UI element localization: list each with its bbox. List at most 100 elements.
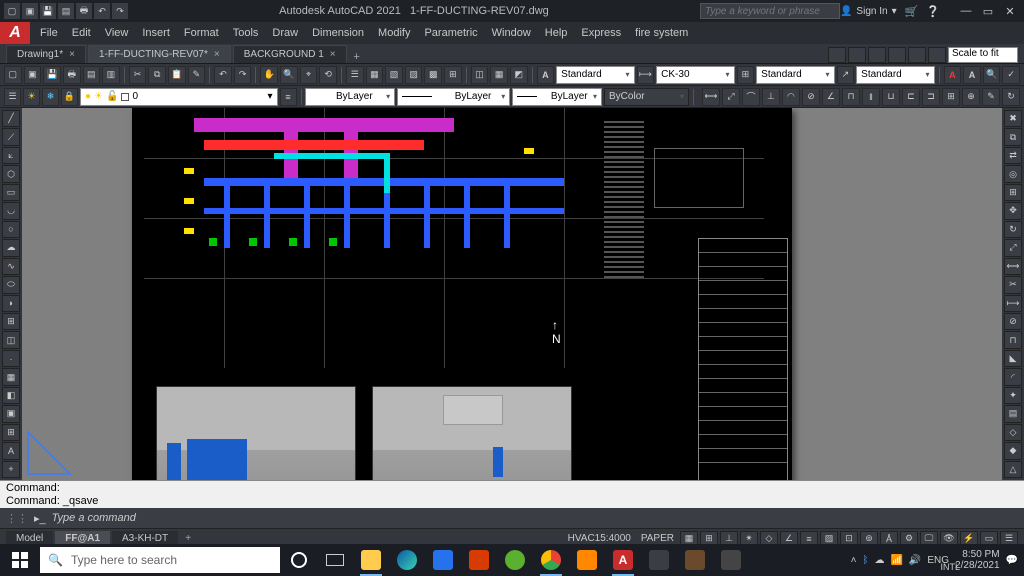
store-icon[interactable] <box>426 544 460 576</box>
menu-firesystem[interactable]: fire system <box>635 27 688 39</box>
file-tab-background[interactable]: BACKGROUND 1× <box>233 45 347 63</box>
qat-saveas-icon[interactable]: ▤ <box>58 3 74 19</box>
textA-icon[interactable]: A <box>944 66 962 84</box>
dim-arc-icon[interactable]: ⌒ <box>742 88 760 106</box>
open-icon[interactable]: ▣ <box>24 66 42 84</box>
menu-window[interactable]: Window <box>492 27 531 39</box>
block-icon[interactable]: ◫ <box>471 66 489 84</box>
lineweight-dropdown[interactable]: ByLayer▾ <box>512 88 602 106</box>
signin-button[interactable]: 👤 Sign In ▾ <box>840 6 897 17</box>
tray-wifi-icon[interactable]: 📶 <box>890 555 902 566</box>
mail-icon[interactable] <box>462 544 496 576</box>
constraint-icon[interactable] <box>828 47 846 63</box>
explorer-icon[interactable] <box>354 544 388 576</box>
chamfer-icon[interactable]: ◣ <box>1004 350 1022 367</box>
offset-icon[interactable]: ◎ <box>1004 165 1022 182</box>
copy-icon[interactable]: ⧉ <box>1004 128 1022 145</box>
designcenter-icon[interactable]: ▦ <box>366 66 384 84</box>
help-search-input[interactable] <box>700 3 840 19</box>
paste-icon[interactable]: 📋 <box>168 66 186 84</box>
trim-icon[interactable]: ✂ <box>1004 276 1022 293</box>
qat-open-icon[interactable]: ▣ <box>22 3 38 19</box>
ellipse-icon[interactable]: ⬭ <box>2 276 20 293</box>
find-icon[interactable]: 🔍 <box>983 66 1001 84</box>
zoomwin-icon[interactable]: ⌖ <box>300 66 318 84</box>
constraint-icon[interactable] <box>888 47 906 63</box>
preview-icon[interactable]: ▤ <box>83 66 101 84</box>
dim-icon[interactable]: ⟼ <box>637 66 655 84</box>
tray-clock[interactable]: 8:50 PM 2/28/2021 <box>955 549 1000 571</box>
app-icon[interactable] <box>498 544 532 576</box>
menu-edit[interactable]: Edit <box>72 27 91 39</box>
tablestyle-dropdown[interactable]: Standard▾ <box>756 66 834 84</box>
constraint-icon[interactable] <box>868 47 886 63</box>
color-dropdown[interactable]: ByLayer▾ <box>305 88 395 106</box>
gradient-icon[interactable]: ◧ <box>2 387 20 404</box>
markup-icon[interactable]: ▩ <box>424 66 442 84</box>
dim-aligned-icon[interactable]: ⤢ <box>722 88 740 106</box>
plot-icon[interactable]: 🖶 <box>63 66 81 84</box>
autocad-icon[interactable]: A <box>606 544 640 576</box>
layermake-icon[interactable]: ≡ <box>280 88 297 106</box>
menu-file[interactable]: File <box>40 27 58 39</box>
publish-icon[interactable]: ▥ <box>102 66 120 84</box>
close-icon[interactable]: × <box>69 49 75 60</box>
dim-break-icon[interactable]: ⊐ <box>922 88 940 106</box>
move-icon[interactable]: ✥ <box>1004 202 1022 219</box>
layer-lock-icon[interactable]: 🔒 <box>61 88 78 106</box>
dim-diameter-icon[interactable]: ⊘ <box>802 88 820 106</box>
space-toggle[interactable]: PAPER <box>637 533 678 544</box>
dim-continue-icon[interactable]: ⊔ <box>882 88 900 106</box>
addsel-icon[interactable]: + <box>2 461 20 478</box>
mlstyle-dropdown[interactable]: Standard▾ <box>856 66 934 84</box>
menu-help[interactable]: Help <box>545 27 568 39</box>
ellipsearc-icon[interactable]: ◗ <box>2 295 20 312</box>
app-logo[interactable]: A <box>0 22 30 44</box>
layer-props-icon[interactable]: ☰ <box>4 88 21 106</box>
qat-save-icon[interactable]: 💾 <box>40 3 56 19</box>
insert-icon[interactable]: ⊞ <box>2 313 20 330</box>
app2-icon[interactable] <box>642 544 676 576</box>
tray-cloud-icon[interactable]: ☁ <box>874 555 884 566</box>
tolerance-icon[interactable]: ⊞ <box>942 88 960 106</box>
table-icon[interactable]: ⊞ <box>737 66 755 84</box>
anno-scale[interactable]: HVAC15:4000 <box>564 533 635 544</box>
rect-icon[interactable]: ▭ <box>2 184 20 201</box>
dim-linear-icon[interactable]: ⟷ <box>702 88 720 106</box>
drawing-canvas[interactable]: ↑N <box>22 108 1002 480</box>
layer-on-icon[interactable]: ☀ <box>23 88 40 106</box>
vlc-icon[interactable] <box>570 544 604 576</box>
app4-icon[interactable] <box>714 544 748 576</box>
scale-icon[interactable]: ⤢ <box>1004 239 1022 256</box>
file-tab-drawing1[interactable]: Drawing1*× <box>6 45 86 63</box>
copy-icon[interactable]: ⧉ <box>148 66 166 84</box>
scale-dropdown[interactable]: Scale to fit <box>948 47 1018 63</box>
constraint-icon[interactable] <box>908 47 926 63</box>
fillet-icon[interactable]: ◜ <box>1004 368 1022 385</box>
region-icon[interactable]: ▣ <box>2 405 20 422</box>
text-icon[interactable]: A <box>537 66 555 84</box>
stretch-icon[interactable]: ⟷ <box>1004 258 1022 275</box>
refedit-icon[interactable]: ◩ <box>510 66 528 84</box>
match-icon[interactable]: ✎ <box>188 66 206 84</box>
command-history[interactable]: Command: Command: _qsave <box>0 480 1024 508</box>
plotstyle-dropdown[interactable]: ByColor▾ <box>604 88 689 106</box>
menu-parametric[interactable]: Parametric <box>424 27 477 39</box>
erase-icon[interactable]: ✖ <box>1004 110 1022 127</box>
qat-undo-icon[interactable]: ↶ <box>94 3 110 19</box>
extend-icon[interactable]: ⟼ <box>1004 295 1022 312</box>
textstyle-dropdown[interactable]: Standard▾ <box>556 66 634 84</box>
constraint-icon[interactable] <box>848 47 866 63</box>
mleader-icon[interactable]: ↗ <box>837 66 855 84</box>
dim-baseline-icon[interactable]: ‖ <box>862 88 880 106</box>
pline-icon[interactable]: ⟀ <box>2 147 20 164</box>
array-icon[interactable]: ⊞ <box>1004 184 1022 201</box>
cmd-handle-icon[interactable]: ⋮⋮ <box>6 512 28 525</box>
osnap2-icon[interactable]: ◆ <box>1004 442 1022 459</box>
dim-quick-icon[interactable]: ⊓ <box>842 88 860 106</box>
textA2-icon[interactable]: A <box>963 66 981 84</box>
dim-ordinate-icon[interactable]: ⊥ <box>762 88 780 106</box>
menu-format[interactable]: Format <box>184 27 219 39</box>
explode-icon[interactable]: ✦ <box>1004 387 1022 404</box>
qat-plot-icon[interactable]: 🖶 <box>76 3 92 19</box>
